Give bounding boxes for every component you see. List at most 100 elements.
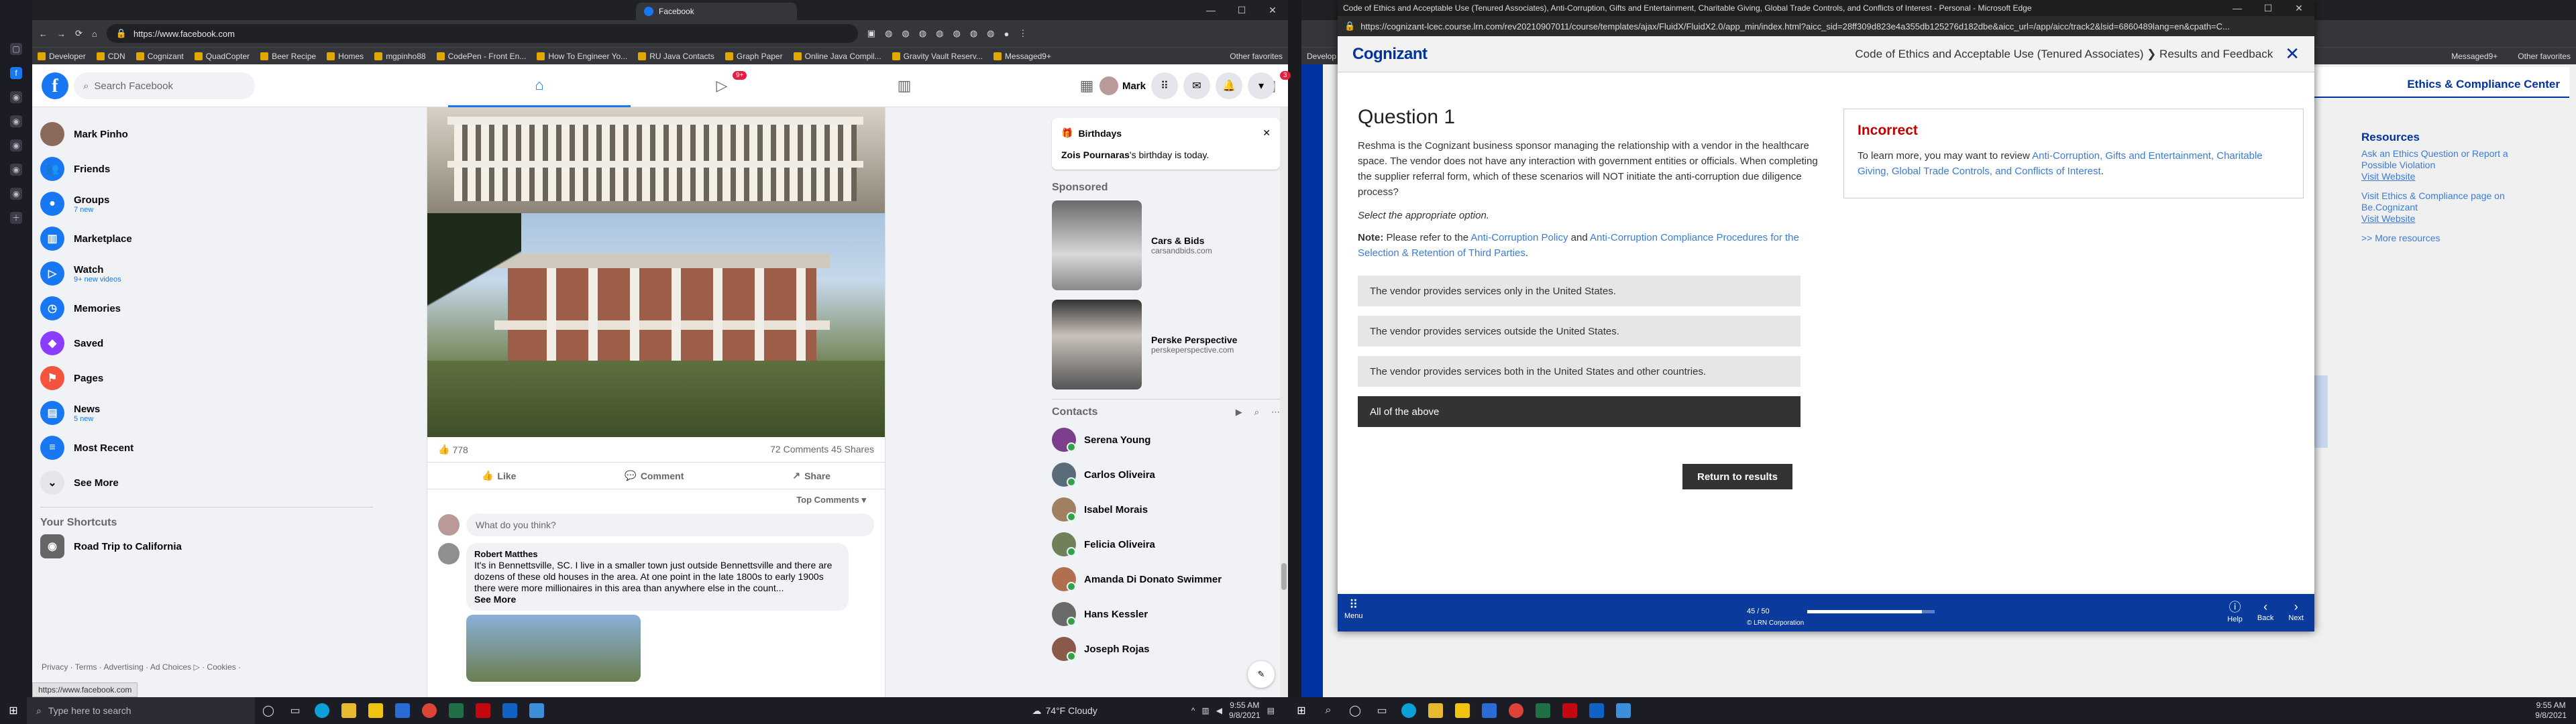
dock-icon[interactable]: f bbox=[10, 67, 22, 79]
sidebar-item-see-more[interactable]: ⌄ See More bbox=[40, 465, 373, 500]
remote-desktop-icon[interactable] bbox=[523, 697, 550, 724]
remote-desktop-icon[interactable] bbox=[1610, 697, 1637, 724]
extension-icon[interactable]: ◍ bbox=[885, 28, 892, 39]
clock[interactable]: 9:55 AM 9/8/2021 bbox=[2535, 701, 2567, 721]
marketplace-tab-icon[interactable]: ▥ bbox=[813, 64, 996, 107]
reaction-icons[interactable]: 👍 bbox=[438, 444, 449, 455]
sidebar-item-pages[interactable]: ⚑ Pages bbox=[40, 361, 373, 396]
favorite-item[interactable]: CDN bbox=[96, 52, 125, 61]
comments-shares-count[interactable]: 72 Comments 45 Shares bbox=[770, 444, 874, 455]
maximize-icon[interactable]: ☐ bbox=[2253, 3, 2284, 14]
task-view-icon[interactable]: ▭ bbox=[1368, 697, 1395, 724]
sponsored-ad[interactable]: Cars & Bids carsandbids.com bbox=[1052, 200, 1280, 290]
comment-button[interactable]: 💬 Comment bbox=[625, 470, 684, 481]
profile-chip[interactable]: Mark bbox=[1099, 76, 1146, 95]
cortana-icon[interactable]: ◯ bbox=[255, 697, 282, 724]
close-icon[interactable]: ✕ bbox=[2284, 3, 2314, 14]
clock[interactable]: 9:55 AM 9/8/2021 bbox=[1229, 701, 1260, 721]
visit-website-link[interactable]: Visit Website bbox=[2361, 213, 2529, 225]
file-explorer-icon[interactable] bbox=[1422, 697, 1449, 724]
sponsored-ad[interactable]: Perske Perspective perskeperspective.com bbox=[1052, 300, 1280, 389]
netflix-icon[interactable] bbox=[1556, 697, 1583, 724]
answer-option[interactable]: The vendor provides services outside the… bbox=[1358, 316, 1801, 347]
reload-icon[interactable]: ⟳ bbox=[75, 28, 83, 39]
shortcut-item[interactable]: ◉ Road Trip to California bbox=[40, 529, 373, 564]
sidebar-item-watch[interactable]: ▷ Watch 9+ new videos bbox=[40, 256, 373, 291]
close-icon[interactable]: ✕ bbox=[1263, 127, 1271, 139]
sidebar-item-mark-pinho[interactable]: Mark Pinho bbox=[40, 117, 373, 152]
post-photo-brick-mansion[interactable] bbox=[427, 213, 885, 437]
sidebar-item-saved[interactable]: ◆ Saved bbox=[40, 326, 373, 361]
url-input[interactable]: 🔒 https://www.facebook.com bbox=[106, 24, 858, 43]
dock-icon[interactable]: ◉ bbox=[10, 115, 22, 127]
chrome-icon[interactable] bbox=[416, 697, 443, 724]
answer-option[interactable]: The vendor provides services only in the… bbox=[1358, 276, 1801, 306]
messenger-icon[interactable]: ✉ bbox=[1183, 72, 1210, 99]
edge-icon[interactable] bbox=[1395, 697, 1422, 724]
account-chevron-icon[interactable]: ▾ bbox=[1248, 72, 1275, 99]
more-dots-icon[interactable]: ⋯ bbox=[1271, 407, 1280, 418]
return-to-results-button[interactable]: Return to results bbox=[1682, 464, 1792, 489]
contact-item[interactable]: Joseph Rojas bbox=[1052, 631, 1280, 666]
dock-icon[interactable]: ◉ bbox=[10, 188, 22, 200]
minimize-icon[interactable]: — bbox=[1195, 5, 1226, 15]
reaction-count[interactable]: 778 bbox=[452, 444, 468, 455]
mail-icon[interactable] bbox=[1476, 697, 1503, 724]
post-photo-old-house[interactable] bbox=[427, 107, 885, 213]
mail-icon[interactable] bbox=[389, 697, 416, 724]
commenter-name[interactable]: Robert Matthes bbox=[474, 548, 841, 560]
dock-icon[interactable]: ◉ bbox=[10, 139, 22, 152]
browser-tab[interactable]: Facebook bbox=[636, 3, 797, 20]
contact-item[interactable]: Carlos Oliveira bbox=[1052, 457, 1280, 492]
store-icon[interactable] bbox=[362, 697, 389, 724]
excel-icon[interactable] bbox=[443, 697, 470, 724]
search-icon[interactable]: ⌕ bbox=[1315, 697, 1342, 724]
ethics-question-link[interactable]: Ask an Ethics Question or Report a Possi… bbox=[2361, 148, 2529, 171]
share-button[interactable]: ↗ Share bbox=[792, 470, 830, 481]
maximize-icon[interactable]: ☐ bbox=[1226, 5, 1257, 16]
favorite-item[interactable]: Messaged9+ bbox=[993, 52, 1051, 61]
extension-icon[interactable]: ◍ bbox=[902, 28, 909, 39]
home-icon[interactable]: ⌂ bbox=[92, 29, 97, 39]
favorite-messaged[interactable]: Messaged9+ bbox=[2451, 52, 2498, 61]
favorite-item[interactable]: RU Java Contacts bbox=[638, 52, 714, 61]
answer-option[interactable]: The vendor provides services both in the… bbox=[1358, 356, 1801, 387]
favorite-item[interactable]: Homes bbox=[327, 52, 364, 61]
comment-sort-dropdown[interactable]: Top Comments ▾ bbox=[427, 489, 885, 511]
anti-corruption-policy-link[interactable]: Anti-Corruption Policy bbox=[1470, 232, 1568, 243]
minimize-icon[interactable]: — bbox=[2222, 3, 2253, 13]
comment-photo[interactable] bbox=[466, 615, 641, 682]
contact-item[interactable]: Serena Young bbox=[1052, 422, 1280, 457]
excel-icon[interactable] bbox=[1529, 697, 1556, 724]
favorite-item[interactable]: Gravity Vault Reserv... bbox=[892, 52, 983, 61]
facebook-logo[interactable]: f bbox=[42, 72, 68, 99]
favorite-item[interactable]: How To Engineer Yo... bbox=[537, 52, 627, 61]
profile-avatar-icon[interactable]: ● bbox=[1004, 29, 1009, 39]
favorite-item[interactable]: Online Java Compil... bbox=[793, 52, 881, 61]
taskbar-search[interactable]: ⌕ Type here to search bbox=[27, 697, 255, 724]
notifications-icon[interactable]: 🔔 bbox=[1216, 72, 1242, 99]
extension-icon[interactable]: ◍ bbox=[919, 28, 926, 39]
page-scrollbar[interactable] bbox=[1280, 107, 1288, 697]
extension-icon[interactable]: ◍ bbox=[970, 28, 977, 39]
other-favorites[interactable]: Other favorites bbox=[2518, 52, 2571, 61]
birthday-name[interactable]: Zois Pournaras bbox=[1061, 149, 1130, 160]
favorite-item[interactable]: Cognizant bbox=[136, 52, 184, 61]
menu-grid-icon[interactable]: ⠿ bbox=[1151, 72, 1178, 99]
favorite-item[interactable]: CodePen - Front En... bbox=[436, 52, 526, 61]
sidebar-item-news[interactable]: ▤ News 5 new bbox=[40, 396, 373, 430]
menu-dots-icon[interactable]: ⋮ bbox=[1018, 28, 1027, 39]
dock-icon[interactable]: ▢ bbox=[10, 43, 22, 55]
dock-icon[interactable]: ＋ bbox=[10, 212, 22, 224]
ethics-center-title[interactable]: Ethics & Compliance Center bbox=[2314, 67, 2569, 98]
favorite-item[interactable]: mgpinho88 bbox=[374, 52, 426, 61]
more-resources-link[interactable]: >> More resources bbox=[2361, 233, 2529, 244]
cortana-icon[interactable]: ◯ bbox=[1342, 697, 1368, 724]
like-button[interactable]: 👍 Like bbox=[482, 470, 516, 481]
contact-item[interactable]: Amanda Di Donato Swimmer bbox=[1052, 562, 1280, 597]
extension-icon[interactable]: ◍ bbox=[987, 28, 994, 39]
extension-icon[interactable]: ◍ bbox=[936, 28, 943, 39]
video-call-icon[interactable]: ▶ bbox=[1236, 407, 1242, 418]
sidebar-item-most-recent[interactable]: ≡ Most Recent bbox=[40, 430, 373, 465]
file-explorer-icon[interactable] bbox=[335, 697, 362, 724]
